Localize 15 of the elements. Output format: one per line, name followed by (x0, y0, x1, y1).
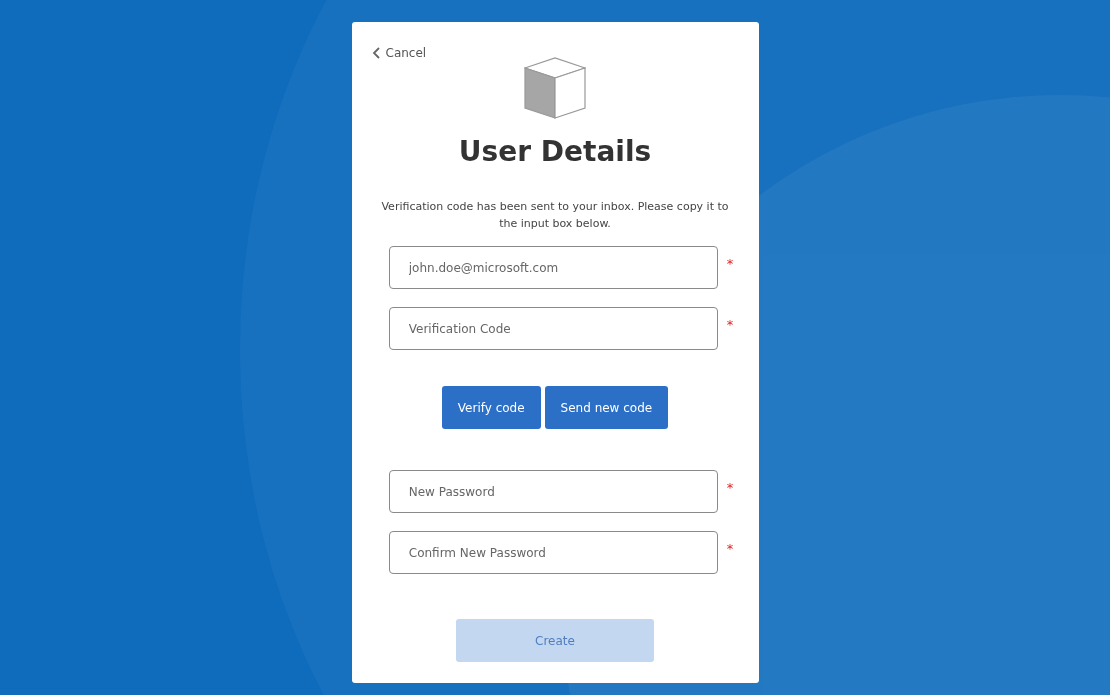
password-field[interactable]: New Password (388, 470, 718, 513)
page-title: User Details (458, 135, 652, 168)
instruction-text: Verification code has been sent to your inbox. Please copy it to the input box below. (380, 199, 730, 232)
required-mark: * (726, 256, 734, 271)
chevron-left-icon (371, 47, 380, 59)
required-mark: * (726, 480, 734, 495)
input-field[interactable]: john.doe@microsoft.com (388, 246, 718, 289)
input-field[interactable]: Verification Code (388, 307, 718, 350)
cube-icon (524, 57, 586, 119)
code-button[interactable]: Verify code (441, 386, 541, 429)
required-mark: * (726, 317, 734, 332)
password-field[interactable]: Confirm New Password (388, 531, 718, 574)
cancel-link[interactable]: Cancel (371, 46, 427, 60)
required-mark: * (726, 541, 734, 556)
code-button[interactable]: Send new code (544, 386, 669, 429)
